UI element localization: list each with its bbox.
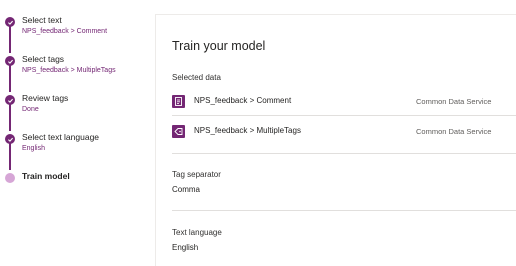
data-source-name: Common Data Service (416, 127, 492, 136)
step-complete-check-icon (5, 95, 15, 105)
selected-data-row: NPS_feedback > MultipleTags Common Data … (172, 123, 516, 141)
train-model-panel: Train your model Selected data NPS_feedb… (155, 14, 516, 266)
tag-separator-label: Tag separator (172, 170, 221, 179)
step-subtitle: Done (22, 106, 39, 113)
text-language-value: English (172, 243, 199, 252)
selected-data-label: Selected data (172, 73, 221, 82)
step-connector (9, 143, 11, 170)
page-title: Train your model (172, 39, 266, 53)
text-language-label: Text language (172, 228, 222, 237)
text-field-icon (172, 95, 185, 108)
tag-separator-value: Comma (172, 185, 201, 194)
step-current-dot-icon (5, 173, 15, 183)
step-connector (9, 26, 11, 53)
wizard-stepper: Select text NPS_feedback > Comment Selec… (0, 0, 150, 266)
selected-data-row: NPS_feedback > Comment Common Data Servi… (172, 93, 516, 111)
divider (172, 153, 516, 154)
step-title: Train model (22, 171, 70, 181)
step-subtitle: NPS_feedback > MultipleTags (22, 67, 116, 74)
data-source-name: Common Data Service (416, 97, 492, 106)
step-connector (9, 104, 11, 131)
step-complete-check-icon (5, 56, 15, 66)
divider (172, 210, 516, 211)
step-title: Select tags (22, 54, 65, 64)
data-field-name: NPS_feedback > Comment (194, 96, 292, 105)
divider (172, 115, 516, 116)
step-complete-check-icon (5, 134, 15, 144)
step-connector (9, 65, 11, 92)
step-title: Select text (22, 15, 62, 25)
step-subtitle: English (22, 145, 45, 152)
step-title: Select text language (22, 132, 100, 142)
tag-field-icon (172, 125, 185, 138)
step-subtitle: NPS_feedback > Comment (22, 28, 108, 35)
step-title: Review tags (22, 93, 69, 103)
data-field-name: NPS_feedback > MultipleTags (194, 126, 301, 135)
step-complete-check-icon (5, 17, 15, 27)
